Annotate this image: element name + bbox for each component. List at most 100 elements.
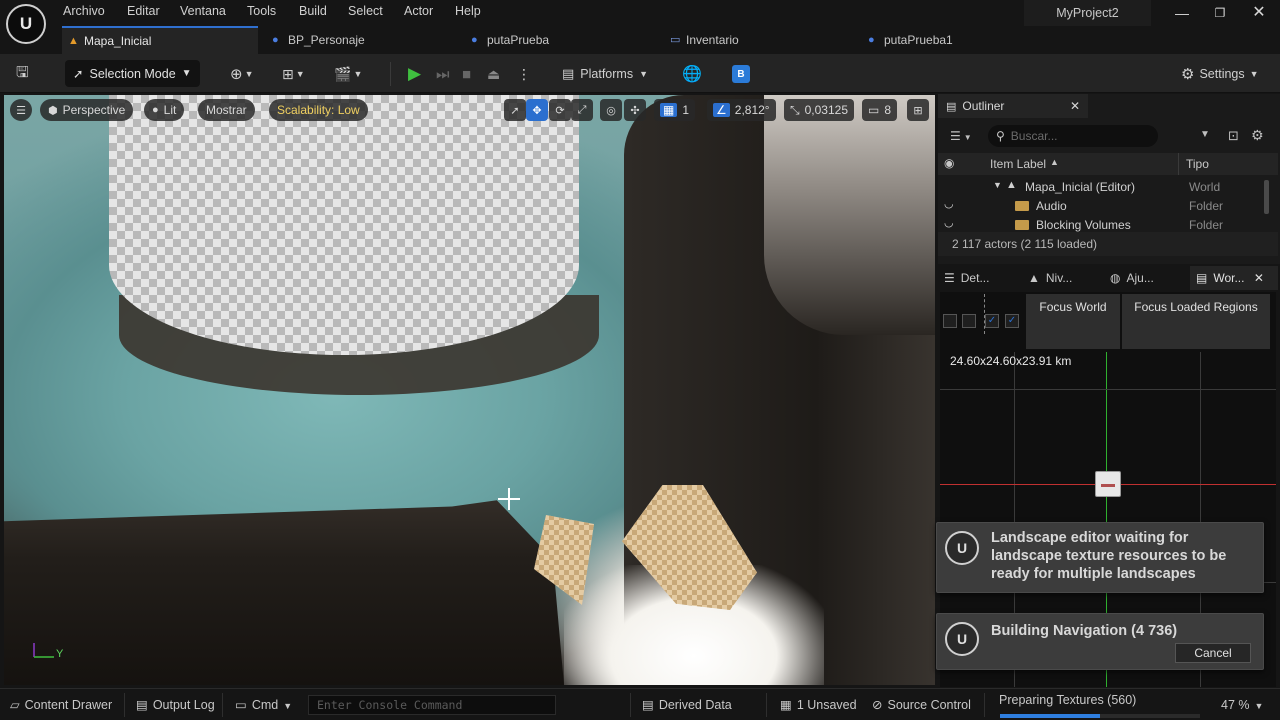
translate-tool-icon[interactable]: ✥ [526,99,548,121]
rotation-snap-control[interactable]: ∠ 2,812° [707,99,776,121]
play-icon[interactable]: ▶ [408,62,421,86]
viewport-layout-icon[interactable]: ⊞ [907,99,929,121]
menu-actor[interactable]: Actor [404,4,433,18]
outliner-scrollbar[interactable] [1264,180,1269,214]
checkbox-checked[interactable]: ✓ [985,314,999,328]
viewport-options-icon[interactable]: ☰ [10,99,32,121]
menu-select[interactable]: Select [348,4,383,18]
expand-arrow-icon[interactable]: ▼ [993,180,1002,190]
scale-snap-control[interactable]: ⤡ 0,03125 [784,99,854,121]
checkbox[interactable]: ✓ [962,314,976,328]
tab-levels[interactable]: ▲ Niv... [1028,266,1108,290]
add-folder-icon[interactable]: ⊡ [1228,128,1239,144]
step-icon[interactable]: ⏭ [436,62,450,86]
source-control-label: Source Control [887,698,971,712]
surface-snap-icon[interactable]: ✣ [624,99,646,121]
close-tab-icon[interactable]: ✕ [1070,99,1080,113]
rotate-tool-icon[interactable]: ⟳ [549,99,571,121]
platforms-dropdown[interactable]: ▤ Platforms ▼ [562,62,648,86]
add-actor-icon[interactable]: ⊕ ▼ [230,62,254,86]
restore-icon[interactable]: ❐ [1210,3,1230,23]
visibility-eye-icon[interactable]: ◡ [944,216,954,229]
focus-loaded-regions-button[interactable]: Focus Loaded Regions [1122,294,1270,349]
col-type[interactable]: Tipo [1186,157,1209,171]
toolbar-divider [390,62,391,86]
tab-putaprueba[interactable]: ● putaPrueba [465,26,645,54]
content-drawer-button[interactable]: ▱ Content Drawer [10,689,112,720]
scale-tool-icon[interactable]: ⤢ [571,99,593,121]
close-window-icon[interactable]: ✕ [1249,3,1269,23]
menu-tools[interactable]: Tools [247,4,276,18]
cancel-button[interactable]: Cancel [1175,643,1251,663]
tab-inventario[interactable]: ▭ Inventario [664,26,844,54]
col-item-label[interactable]: Item Label [990,157,1046,171]
details-tab-bar: ☰ Det... ▲ Niv... ◍ Aju... ▤ Wor... ✕ [938,266,1280,290]
more-options-icon[interactable]: ⋮ [517,62,531,86]
unsaved-button[interactable]: ▦ 1 Unsaved [780,689,857,720]
menu-archivo[interactable]: Archivo [63,4,105,18]
gear-icon[interactable]: ⚙ [1251,127,1264,144]
select-tool-icon[interactable]: ➚ [504,99,526,121]
focus-world-button[interactable]: Focus World [1026,294,1120,349]
scalability-button[interactable]: Scalability: Low [269,99,368,121]
tab-bp-personaje[interactable]: ● BP_Personaje [266,26,446,54]
blueprint-menu-icon[interactable]: ⊞ ▼ [282,62,305,86]
derived-data-button[interactable]: ▤ Derived Data [642,689,732,720]
settings-dropdown[interactable]: ⚙ Settings ▼ [1181,62,1259,86]
camera-speed-control[interactable]: ▭ 8 [862,99,898,121]
save-icon[interactable]: 🖫 [16,62,29,86]
blueprint-b-icon[interactable]: B [732,65,750,83]
blueprint-icon: ● [272,34,279,46]
menu-editar[interactable]: Editar [127,4,160,18]
output-log-button[interactable]: ▤ Output Log [136,689,215,720]
tab-label: Niv... [1045,271,1073,285]
rotation-snap-value: 2,812° [734,103,770,117]
outliner-search-input[interactable]: ⚲ Buscar... [988,125,1158,147]
unreal-logo-icon[interactable]: U [6,4,46,44]
show-button[interactable]: Mostrar [198,99,255,121]
tab-mapa-inicial[interactable]: ▲ Mapa_Inicial [62,26,258,54]
checkbox-checked[interactable]: ✓ [1005,314,1019,328]
document-tab-bar: ▲ Mapa_Inicial ● BP_Personaje ● putaPrue… [0,26,1280,54]
menu-build[interactable]: Build [299,4,327,18]
zoom-level-dropdown[interactable]: 47 % ▼ [1221,689,1263,720]
tab-details[interactable]: ☰ Det... [944,266,1024,290]
world-settings-icon: ◍ [1110,271,1121,285]
perspective-button[interactable]: ⬢ Perspective [40,99,134,121]
globe-icon[interactable]: 🌐 [682,62,702,86]
minimize-icon[interactable]: — [1172,3,1192,23]
filter-icon[interactable]: ☰ ▼ [950,129,972,143]
cmd-dropdown[interactable]: ▭ Cmd ▼ [235,689,292,720]
tab-putaprueba1[interactable]: ● putaPrueba1 [862,26,1042,54]
eject-icon[interactable]: ⏏ [487,62,500,86]
visibility-eye-icon[interactable]: ◡ [944,197,954,210]
grid-snap-control[interactable]: ▦ 1 [654,99,696,121]
folder-icon [1015,199,1035,213]
focus-loaded-label: Focus Loaded Regions [1134,300,1258,314]
outliner-row-blocking-volumes[interactable]: ◡ Blocking Volumes Folder [938,216,1268,232]
content-drawer-icon: ▱ [10,698,20,712]
close-tab-icon[interactable]: ✕ [1254,271,1264,285]
menu-help[interactable]: Help [455,4,481,18]
stop-icon[interactable]: ■ [462,62,471,86]
outliner-tab[interactable]: ▤ Outliner ✕ [938,94,1088,118]
outliner-row-world[interactable]: ▼ ▲ Mapa_Inicial (Editor) World [938,178,1268,197]
checkbox[interactable]: ✓ [943,314,957,328]
row-type: Folder [1189,199,1224,213]
tab-world-settings[interactable]: ◍ Aju... [1110,266,1188,290]
checker-cylinder-mesh [109,95,579,355]
selection-mode-dropdown[interactable]: ➚ Selection Mode ▼ [65,60,200,87]
cinematics-icon[interactable]: 🎬 ▼ [334,62,362,86]
menu-ventana[interactable]: Ventana [180,4,226,18]
player-start-icon[interactable] [1095,471,1121,497]
level-viewport[interactable]: Y ☰ ⬢ Perspective ● Lit Mostrar Scalabil… [4,95,935,685]
chevron-down-icon[interactable]: ▼ [1200,129,1210,140]
console-command-input[interactable]: Enter Console Command [308,695,556,715]
lit-button[interactable]: ● Lit [144,99,185,121]
outliner-row-audio[interactable]: ◡ Audio Folder [938,197,1268,216]
platforms-label: Platforms [580,67,634,81]
outliner-title: Outliner [962,99,1005,113]
tab-world-partition[interactable]: ▤ Wor... ✕ [1190,266,1278,290]
source-control-button[interactable]: ⊘ Source Control [872,689,971,720]
world-space-icon[interactable]: ◎ [600,99,622,121]
